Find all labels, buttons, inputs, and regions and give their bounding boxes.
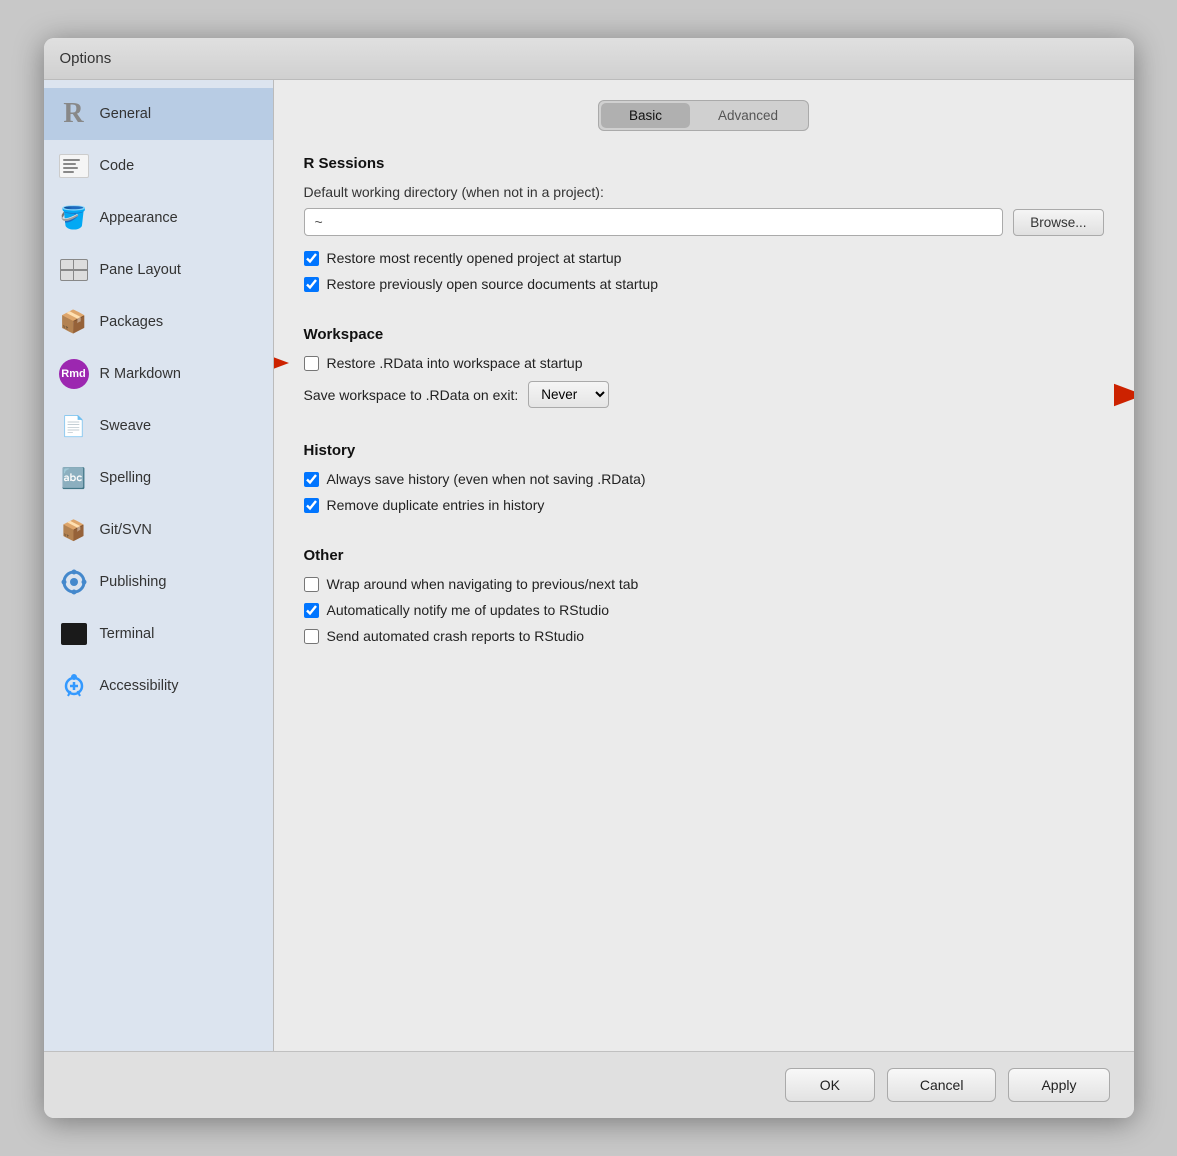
auto-notify-checkbox[interactable]: [304, 603, 319, 618]
tab-bar: Basic Advanced: [304, 100, 1104, 131]
restore-project-label: Restore most recently opened project at …: [327, 250, 622, 266]
working-dir-input[interactable]: [304, 208, 1004, 236]
wrap-around-checkbox[interactable]: [304, 577, 319, 592]
remove-duplicates-row: Remove duplicate entries in history: [304, 497, 1104, 513]
remove-duplicates-checkbox[interactable]: [304, 498, 319, 513]
cancel-button[interactable]: Cancel: [887, 1068, 997, 1102]
always-save-history-row: Always save history (even when not savin…: [304, 471, 1104, 487]
terminal-icon: [58, 618, 90, 650]
red-arrow-left: [274, 345, 289, 381]
always-save-history-checkbox[interactable]: [304, 472, 319, 487]
dialog-title: Options: [60, 50, 112, 67]
sidebar-item-publishing[interactable]: Publishing: [44, 556, 273, 608]
restore-project-row: Restore most recently opened project at …: [304, 250, 1104, 266]
sidebar-label-accessibility: Accessibility: [100, 678, 179, 694]
section-r-sessions: R Sessions Default working directory (wh…: [304, 155, 1104, 302]
apply-button[interactable]: Apply: [1008, 1068, 1109, 1102]
restore-source-checkbox[interactable]: [304, 277, 319, 292]
sidebar-item-spelling[interactable]: 🔤 Spelling: [44, 452, 273, 504]
sidebar-label-r-markdown: R Markdown: [100, 366, 181, 382]
crash-reports-checkbox[interactable]: [304, 629, 319, 644]
working-dir-label: Default working directory (when not in a…: [304, 184, 1104, 200]
tab-group: Basic Advanced: [598, 100, 809, 131]
history-title: History: [304, 442, 1104, 459]
sidebar-label-sweave: Sweave: [100, 418, 152, 434]
auto-notify-row: Automatically notify me of updates to RS…: [304, 602, 1104, 618]
git-icon: 📦: [58, 514, 90, 546]
remove-duplicates-label: Remove duplicate entries in history: [327, 497, 545, 513]
sidebar-label-pane-layout: Pane Layout: [100, 262, 181, 278]
main-content: Basic Advanced R Sessions Default workin…: [274, 80, 1134, 1051]
packages-icon: 📦: [58, 306, 90, 338]
r-icon: R: [58, 98, 90, 130]
code-icon: [58, 150, 90, 182]
sidebar-item-git-svn[interactable]: 📦 Git/SVN: [44, 504, 273, 556]
tab-basic[interactable]: Basic: [601, 103, 690, 128]
sidebar-item-accessibility[interactable]: Accessibility: [44, 660, 273, 712]
pane-icon: [58, 254, 90, 286]
dialog-footer: OK Cancel Apply: [44, 1051, 1134, 1118]
save-workspace-select[interactable]: Never Ask Always: [528, 381, 609, 408]
red-arrow-right: [1114, 377, 1134, 413]
sidebar-label-packages: Packages: [100, 314, 164, 330]
section-other: Other Wrap around when navigating to pre…: [304, 547, 1104, 654]
title-bar: Options: [44, 38, 1134, 80]
sidebar-label-appearance: Appearance: [100, 210, 178, 226]
browse-button[interactable]: Browse...: [1013, 209, 1103, 236]
restore-rdata-checkbox[interactable]: [304, 356, 319, 371]
appearance-icon: 🪣: [58, 202, 90, 234]
r-sessions-title: R Sessions: [304, 155, 1104, 172]
workspace-title: Workspace: [304, 326, 1104, 343]
rmd-icon: Rmd: [58, 358, 90, 390]
sidebar-label-general: General: [100, 106, 152, 122]
accessibility-icon: [58, 670, 90, 702]
wrap-around-row: Wrap around when navigating to previous/…: [304, 576, 1104, 592]
sidebar-item-packages[interactable]: 📦 Packages: [44, 296, 273, 348]
crash-reports-row: Send automated crash reports to RStudio: [304, 628, 1104, 644]
sidebar-item-sweave[interactable]: 📄 Sweave: [44, 400, 273, 452]
working-dir-row: Browse...: [304, 208, 1104, 236]
restore-rdata-row: Restore .RData into workspace at startup: [304, 355, 1104, 371]
sidebar-label-code: Code: [100, 158, 135, 174]
save-workspace-label: Save workspace to .RData on exit:: [304, 387, 519, 403]
sidebar-item-code[interactable]: Code: [44, 140, 273, 192]
save-workspace-row: Save workspace to .RData on exit: Never …: [304, 381, 1104, 408]
always-save-history-label: Always save history (even when not savin…: [327, 471, 646, 487]
restore-source-label: Restore previously open source documents…: [327, 276, 659, 292]
restore-project-checkbox[interactable]: [304, 251, 319, 266]
crash-reports-label: Send automated crash reports to RStudio: [327, 628, 585, 644]
publishing-icon: [58, 566, 90, 598]
restore-source-row: Restore previously open source documents…: [304, 276, 1104, 292]
sidebar-label-git-svn: Git/SVN: [100, 522, 152, 538]
ok-button[interactable]: OK: [785, 1068, 875, 1102]
sidebar-item-r-markdown[interactable]: Rmd R Markdown: [44, 348, 273, 400]
other-title: Other: [304, 547, 1104, 564]
sidebar-item-general[interactable]: R General: [44, 88, 273, 140]
auto-notify-label: Automatically notify me of updates to RS…: [327, 602, 609, 618]
tab-advanced[interactable]: Advanced: [690, 103, 806, 128]
sidebar-label-spelling: Spelling: [100, 470, 152, 486]
sidebar-item-appearance[interactable]: 🪣 Appearance: [44, 192, 273, 244]
section-history: History Always save history (even when n…: [304, 442, 1104, 523]
spelling-icon: 🔤: [58, 462, 90, 494]
sidebar: R General Code 🪣: [44, 80, 274, 1051]
sidebar-label-publishing: Publishing: [100, 574, 167, 590]
dialog-body: R General Code 🪣: [44, 80, 1134, 1051]
options-dialog: Options R General: [44, 38, 1134, 1118]
sidebar-item-pane-layout[interactable]: Pane Layout: [44, 244, 273, 296]
sweave-icon: 📄: [58, 410, 90, 442]
sidebar-item-terminal[interactable]: Terminal: [44, 608, 273, 660]
restore-rdata-label: Restore .RData into workspace at startup: [327, 355, 583, 371]
sidebar-label-terminal: Terminal: [100, 626, 155, 642]
section-workspace: Workspace Restore .RData i: [304, 326, 1104, 418]
wrap-around-label: Wrap around when navigating to previous/…: [327, 576, 639, 592]
